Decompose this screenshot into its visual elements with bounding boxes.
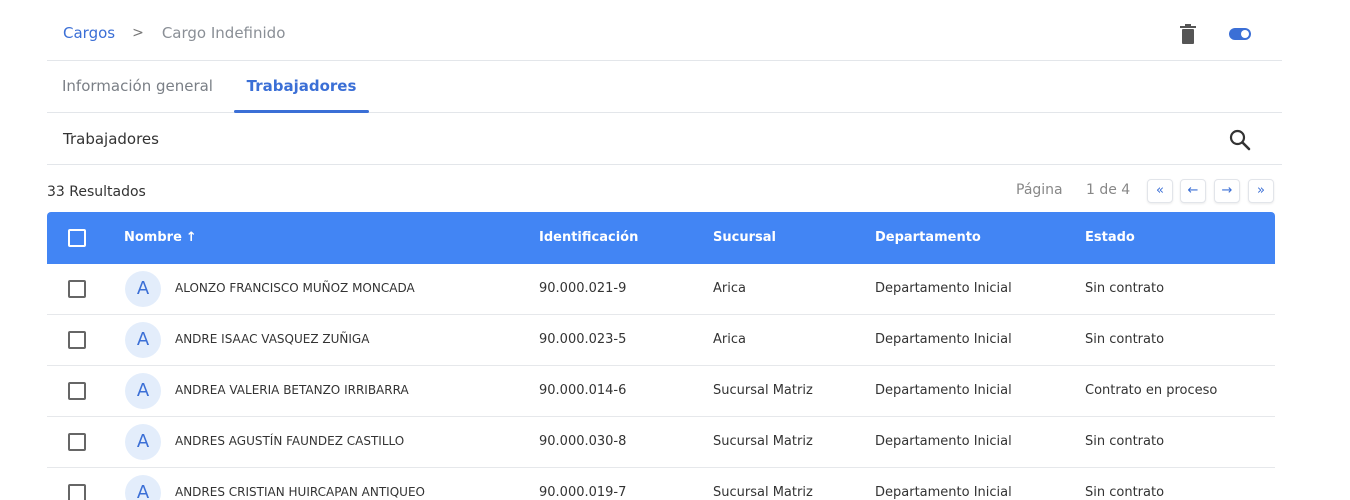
worker-name: ANDRES AGUSTÍN FAUNDEZ CASTILLO [175,434,405,448]
column-header-nombre[interactable]: Nombre ↑ [124,230,197,245]
worker-name: ANDRE ISAAC VASQUEZ ZUÑIGA [175,332,370,346]
column-header-estado[interactable]: Estado [1085,230,1135,245]
worker-id: 90.000.023-5 [539,332,627,347]
row-checkbox[interactable] [68,382,86,400]
first-page-button[interactable]: « [1147,179,1173,203]
section-title: Trabajadores [63,130,159,148]
page: Cargos > Cargo Indefinido Información ge… [0,0,1350,500]
worker-branch: Sucursal Matriz [713,383,813,398]
column-header-departamento[interactable]: Departamento [875,230,981,245]
worker-name: ANDREA VALERIA BETANZO IRRIBARRA [175,383,409,397]
worker-department: Departamento Inicial [875,281,1012,296]
avatar: A [125,424,161,460]
table-row[interactable]: A ANDRES CRISTIAN HUIRCAPAN ANTIQUEO 90.… [47,468,1275,500]
section-header: Trabajadores [47,113,1282,165]
row-checkbox[interactable] [68,433,86,451]
worker-branch: Sucursal Matriz [713,434,813,449]
tab-trabajadores[interactable]: Trabajadores [234,77,369,113]
tab-bar: Información general Trabajadores [47,61,1282,113]
table-row[interactable]: A ANDRES AGUSTÍN FAUNDEZ CASTILLO 90.000… [47,417,1275,468]
sort-up-icon: ↑ [185,230,197,245]
toggle-knob [1241,30,1249,38]
chevron-right-icon: > [132,25,144,41]
worker-branch: Sucursal Matriz [713,485,813,500]
worker-state: Sin contrato [1085,332,1165,347]
page-label: Página [1016,182,1063,198]
worker-id: 90.000.030-8 [539,434,627,449]
worker-id: 90.000.021-9 [539,281,627,296]
trash-icon[interactable] [1180,24,1196,44]
page-header: Cargos > Cargo Indefinido [47,0,1282,61]
breadcrumb-cargos-link[interactable]: Cargos [63,24,115,42]
avatar: A [125,475,161,500]
worker-department: Departamento Inicial [875,332,1012,347]
worker-name: ALONZO FRANCISCO MUÑOZ MONCADA [175,281,415,295]
avatar: A [125,322,161,358]
column-header-sucursal[interactable]: Sucursal [713,230,776,245]
search-icon[interactable] [1229,129,1251,151]
table-row[interactable]: A ANDRE ISAAC VASQUEZ ZUÑIGA 90.000.023-… [47,315,1275,366]
worker-department: Departamento Inicial [875,485,1012,500]
worker-department: Departamento Inicial [875,383,1012,398]
breadcrumb: Cargos > Cargo Indefinido [63,24,285,42]
breadcrumb-current: Cargo Indefinido [161,24,286,42]
worker-id: 90.000.019-7 [539,485,627,500]
next-page-button[interactable]: → [1214,179,1240,203]
row-checkbox[interactable] [68,331,86,349]
tab-informacion-general[interactable]: Información general [62,77,213,113]
avatar: A [125,271,161,307]
last-page-button[interactable]: » [1248,179,1274,203]
page-indicator: 1 de 4 [1086,182,1131,198]
column-label-nombre: Nombre [124,230,182,245]
worker-state: Sin contrato [1085,485,1165,500]
avatar: A [125,373,161,409]
workers-table: Nombre ↑ Identificación Sucursal Departam… [47,212,1275,500]
table-row[interactable]: A ANDREA VALERIA BETANZO IRRIBARRA 90.00… [47,366,1275,417]
row-checkbox[interactable] [68,484,86,500]
prev-page-button[interactable]: ← [1180,179,1206,203]
worker-branch: Arica [713,281,746,296]
table-row[interactable]: A ALONZO FRANCISCO MUÑOZ MONCADA 90.000.… [47,264,1275,315]
results-count: 33 Resultados [47,184,146,200]
column-header-identificacion[interactable]: Identificación [539,230,638,245]
select-all-checkbox[interactable] [68,229,86,247]
row-checkbox[interactable] [68,280,86,298]
worker-state: Sin contrato [1085,281,1165,296]
worker-branch: Arica [713,332,746,347]
worker-state: Contrato en proceso [1085,383,1218,398]
worker-department: Departamento Inicial [875,434,1012,449]
worker-id: 90.000.014-6 [539,383,627,398]
worker-name: ANDRES CRISTIAN HUIRCAPAN ANTIQUEO [175,485,425,499]
toggle-icon[interactable] [1229,28,1251,40]
worker-state: Sin contrato [1085,434,1165,449]
table-header: Nombre ↑ Identificación Sucursal Departam… [47,212,1275,264]
